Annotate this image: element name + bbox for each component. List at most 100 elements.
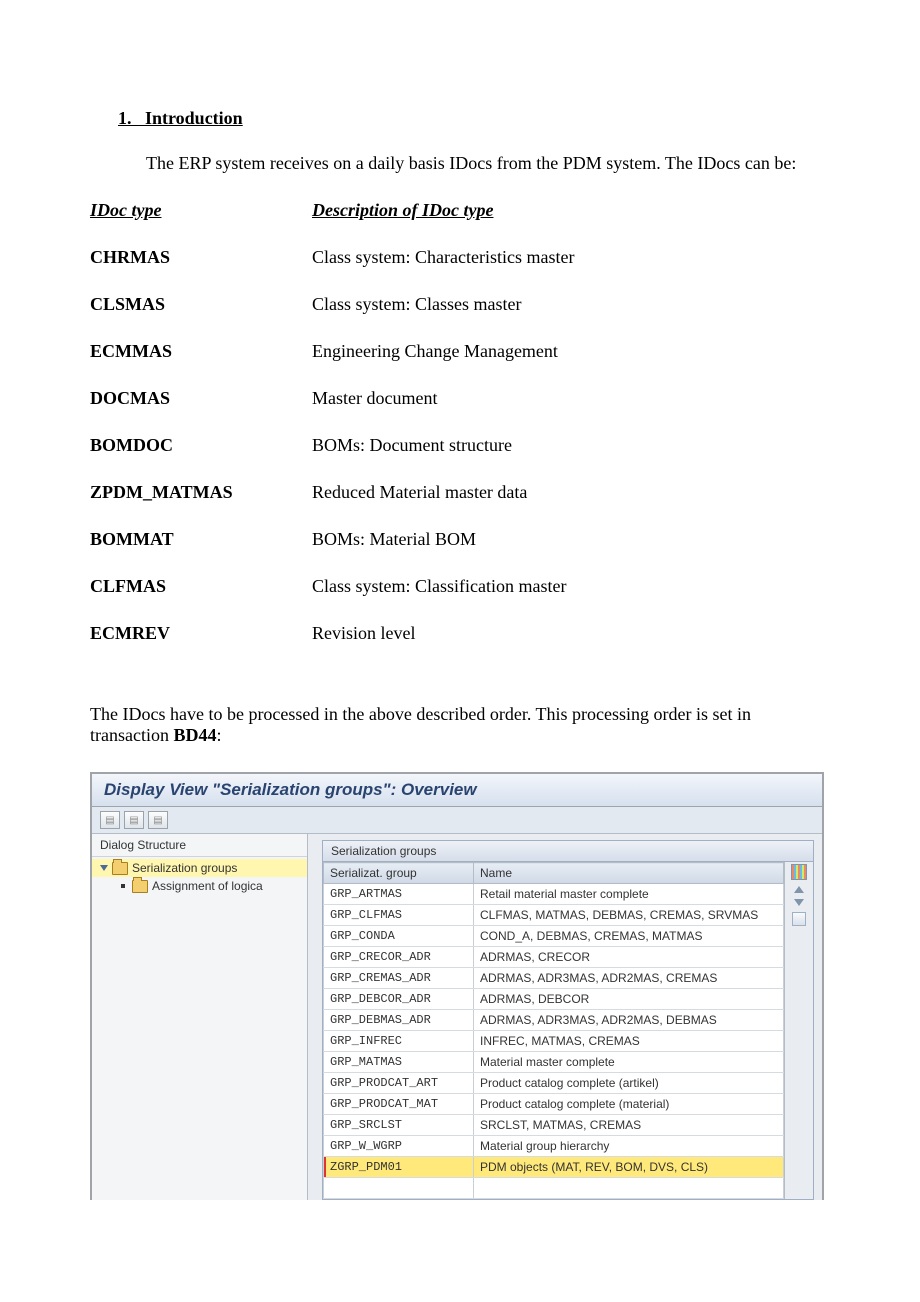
scroll-up-icon[interactable] bbox=[794, 886, 804, 893]
table-row[interactable]: GRP_DEBMAS_ADRADRMAS, ADR3MAS, ADR2MAS, … bbox=[324, 1010, 784, 1031]
grid-title: Serialization groups bbox=[322, 840, 814, 861]
table-row: BOMMATBOMs: Material BOM bbox=[90, 529, 588, 576]
table-row[interactable]: GRP_DEBCOR_ADRADRMAS, DEBCOR bbox=[324, 989, 784, 1010]
table-row: CLFMASClass system: Classification maste… bbox=[90, 576, 588, 623]
table-row[interactable]: ZGRP_PDM01PDM objects (MAT, REV, BOM, DV… bbox=[324, 1157, 784, 1178]
grid-cell-name[interactable]: Material master complete bbox=[474, 1052, 784, 1073]
table-row[interactable]: GRP_CONDACOND_A, DEBMAS, CREMAS, MATMAS bbox=[324, 926, 784, 947]
grid-cell-group[interactable]: ZGRP_PDM01 bbox=[324, 1157, 474, 1178]
idoc-type-cell: BOMDOC bbox=[90, 435, 312, 482]
grid-cell-name[interactable]: PDM objects (MAT, REV, BOM, DVS, CLS) bbox=[474, 1157, 784, 1178]
table-row[interactable]: GRP_MATMASMaterial master complete bbox=[324, 1052, 784, 1073]
grid-cell-name[interactable]: ADRMAS, CRECOR bbox=[474, 947, 784, 968]
grid-cell-group[interactable]: GRP_CRECOR_ADR bbox=[324, 947, 474, 968]
table-row-empty bbox=[324, 1178, 784, 1199]
grid-cell-name[interactable]: Product catalog complete (material) bbox=[474, 1094, 784, 1115]
expand-icon bbox=[100, 865, 108, 871]
section-heading: 1. Introduction bbox=[118, 108, 830, 129]
scroll-down-icon[interactable] bbox=[794, 899, 804, 906]
configure-columns-icon[interactable] bbox=[791, 864, 807, 880]
grid-cell-group[interactable]: GRP_ARTMAS bbox=[324, 884, 474, 905]
grid-col-group[interactable]: Serializat. group bbox=[324, 863, 474, 884]
table-row: BOMDOCBOMs: Document structure bbox=[90, 435, 588, 482]
tree-node-assignment[interactable]: Assignment of logica bbox=[92, 877, 307, 895]
grid-cell-name[interactable]: Retail material master complete bbox=[474, 884, 784, 905]
table-row[interactable]: GRP_SRCLSTSRCLST, MATMAS, CREMAS bbox=[324, 1115, 784, 1136]
intro-paragraph: The ERP system receives on a daily basis… bbox=[146, 153, 830, 174]
grid-cell-name[interactable]: Material group hierarchy bbox=[474, 1136, 784, 1157]
idoc-header-type: IDoc type bbox=[90, 200, 312, 247]
tree-node-label: Serialization groups bbox=[132, 861, 237, 875]
folder-open-icon bbox=[112, 862, 128, 875]
table-row[interactable]: GRP_PRODCAT_MATProduct catalog complete … bbox=[324, 1094, 784, 1115]
grid-cell-group[interactable]: GRP_PRODCAT_MAT bbox=[324, 1094, 474, 1115]
grid-cell-group[interactable]: GRP_CREMAS_ADR bbox=[324, 968, 474, 989]
bullet-icon bbox=[121, 884, 125, 888]
sap-body: Dialog Structure Serialization groups As… bbox=[92, 834, 822, 1200]
serialization-groups-grid: Serializat. group Name GRP_ARTMASRetail … bbox=[323, 862, 784, 1199]
table-row[interactable]: GRP_PRODCAT_ARTProduct catalog complete … bbox=[324, 1073, 784, 1094]
grid-cell-name[interactable]: CLFMAS, MATMAS, DEBMAS, CREMAS, SRVMAS bbox=[474, 905, 784, 926]
idoc-desc-cell: Class system: Characteristics master bbox=[312, 247, 588, 294]
folder-closed-icon bbox=[132, 880, 148, 893]
document-page: 1. Introduction The ERP system receives … bbox=[0, 0, 920, 1240]
table-row[interactable]: GRP_INFRECINFREC, MATMAS, CREMAS bbox=[324, 1031, 784, 1052]
table-row[interactable]: GRP_W_WGRPMaterial group hierarchy bbox=[324, 1136, 784, 1157]
grid-cell-group[interactable]: GRP_INFREC bbox=[324, 1031, 474, 1052]
table-icon: ▤ bbox=[105, 815, 114, 826]
grid-cell-name[interactable]: Product catalog complete (artikel) bbox=[474, 1073, 784, 1094]
grid-cell-group[interactable]: GRP_DEBMAS_ADR bbox=[324, 1010, 474, 1031]
table-row[interactable]: GRP_CLFMASCLFMAS, MATMAS, DEBMAS, CREMAS… bbox=[324, 905, 784, 926]
idoc-type-cell: CLSMAS bbox=[90, 294, 312, 341]
grid-cell-group[interactable]: GRP_PRODCAT_ART bbox=[324, 1073, 474, 1094]
table-row[interactable]: GRP_CREMAS_ADRADRMAS, ADR3MAS, ADR2MAS, … bbox=[324, 968, 784, 989]
idoc-desc-cell: Master document bbox=[312, 388, 588, 435]
grid-col-name[interactable]: Name bbox=[474, 863, 784, 884]
grid-cell-group[interactable]: GRP_DEBCOR_ADR bbox=[324, 989, 474, 1010]
idoc-desc-cell: Revision level bbox=[312, 623, 588, 670]
idoc-type-cell: CHRMAS bbox=[90, 247, 312, 294]
idoc-desc-cell: BOMs: Document structure bbox=[312, 435, 588, 482]
dialog-structure-panel: Dialog Structure Serialization groups As… bbox=[92, 834, 308, 1200]
grid-cell-name[interactable]: INFREC, MATMAS, CREMAS bbox=[474, 1031, 784, 1052]
table-row: ECMMASEngineering Change Management bbox=[90, 341, 588, 388]
tree-node-serialization-groups[interactable]: Serialization groups bbox=[92, 859, 307, 877]
dialog-structure-tree: Serialization groups Assignment of logic… bbox=[92, 857, 307, 897]
grid-cell-name[interactable]: SRCLST, MATMAS, CREMAS bbox=[474, 1115, 784, 1136]
grid-cell-name[interactable]: ADRMAS, ADR3MAS, ADR2MAS, CREMAS bbox=[474, 968, 784, 989]
grid-cell-name[interactable]: ADRMAS, DEBCOR bbox=[474, 989, 784, 1010]
grid-panel: Serialization groups Serializat. group N… bbox=[308, 834, 822, 1200]
idoc-desc-cell: Class system: Classes master bbox=[312, 294, 588, 341]
grid-wrap: Serializat. group Name GRP_ARTMASRetail … bbox=[322, 861, 814, 1200]
table-icon: ▤ bbox=[153, 815, 162, 826]
idoc-desc-cell: Class system: Classification master bbox=[312, 576, 588, 623]
tree-node-label: Assignment of logica bbox=[152, 879, 263, 893]
grid-cell-group[interactable]: GRP_CONDA bbox=[324, 926, 474, 947]
table-row: ZPDM_MATMASReduced Material master data bbox=[90, 482, 588, 529]
table-row[interactable]: GRP_CRECOR_ADRADRMAS, CRECOR bbox=[324, 947, 784, 968]
table-row: DOCMASMaster document bbox=[90, 388, 588, 435]
idoc-desc-cell: Engineering Change Management bbox=[312, 341, 588, 388]
dialog-structure-title: Dialog Structure bbox=[92, 834, 307, 857]
toolbar-button-1[interactable]: ▤ bbox=[100, 811, 120, 829]
grid-cell-name[interactable]: ADRMAS, ADR3MAS, ADR2MAS, DEBMAS bbox=[474, 1010, 784, 1031]
grid-cell-name[interactable]: COND_A, DEBMAS, CREMAS, MATMAS bbox=[474, 926, 784, 947]
toolbar-button-2[interactable]: ▤ bbox=[124, 811, 144, 829]
table-row: ECMREVRevision level bbox=[90, 623, 588, 670]
idoc-header-desc: Description of IDoc type bbox=[312, 200, 588, 247]
sap-window-title: Display View "Serialization groups": Ove… bbox=[92, 774, 822, 807]
idoc-type-cell: ZPDM_MATMAS bbox=[90, 482, 312, 529]
idoc-desc-cell: BOMs: Material BOM bbox=[312, 529, 588, 576]
grid-cell-group[interactable]: GRP_MATMAS bbox=[324, 1052, 474, 1073]
toolbar-button-3[interactable]: ▤ bbox=[148, 811, 168, 829]
grid-cell-group[interactable]: GRP_SRCLST bbox=[324, 1115, 474, 1136]
idoc-type-cell: CLFMAS bbox=[90, 576, 312, 623]
transaction-code: BD44 bbox=[173, 725, 216, 745]
table-row[interactable]: GRP_ARTMASRetail material master complet… bbox=[324, 884, 784, 905]
idoc-type-cell: BOMMAT bbox=[90, 529, 312, 576]
grid-cell-group[interactable]: GRP_CLFMAS bbox=[324, 905, 474, 926]
idoc-type-cell: DOCMAS bbox=[90, 388, 312, 435]
table-row: CLSMASClass system: Classes master bbox=[90, 294, 588, 341]
scroll-handle-icon[interactable] bbox=[792, 912, 806, 926]
grid-cell-group[interactable]: GRP_W_WGRP bbox=[324, 1136, 474, 1157]
